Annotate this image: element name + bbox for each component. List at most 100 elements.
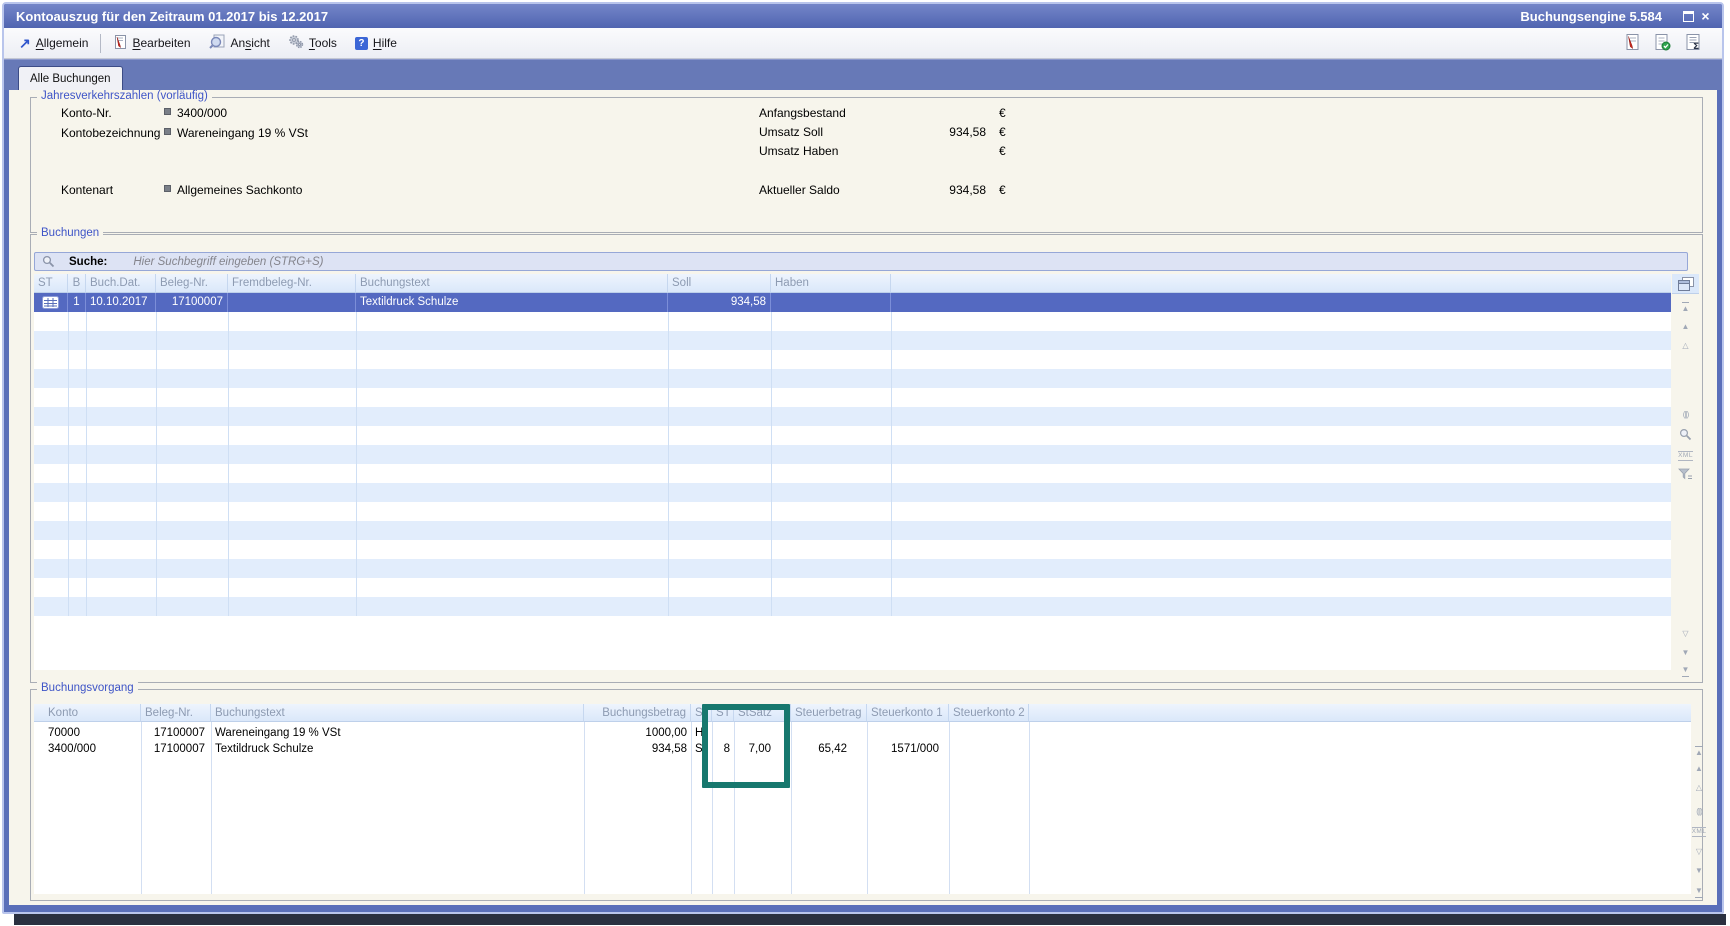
column-header-konto[interactable]: Konto <box>34 704 141 722</box>
table-row[interactable] <box>34 407 1671 426</box>
cell-haben <box>771 293 891 312</box>
group-title: Buchungsvorgang <box>37 682 138 694</box>
menu-ansicht[interactable]: Ansicht <box>200 31 279 55</box>
currency-label: € <box>999 144 1006 158</box>
column-header-belegnr[interactable]: Beleg-Nr. <box>156 274 228 293</box>
currency-label: € <box>999 125 1006 139</box>
column-header-steuerkonto2[interactable]: Steuerkonto 2 <box>949 704 1029 722</box>
table-row[interactable] <box>34 464 1671 483</box>
window-shadow <box>14 914 1726 925</box>
xml-icon[interactable]: XML <box>1672 450 1699 462</box>
buchungen-table: ST B Buch.Dat. Beleg-Nr. Fremdbeleg-Nr. … <box>34 274 1671 312</box>
table-row[interactable]: 3400/000 17100007 Textildruck Schulze 93… <box>34 740 1691 758</box>
column-header-st[interactable]: ST <box>712 704 734 722</box>
restore-icon[interactable] <box>1680 9 1697 24</box>
scroll-bottom-icon[interactable]: ▼ <box>1672 665 1699 677</box>
group-title: Buchungen <box>37 227 103 239</box>
close-icon[interactable]: × <box>1697 9 1714 24</box>
column-header-buchdat[interactable]: Buch.Dat. <box>86 274 156 293</box>
table-row[interactable] <box>34 483 1671 502</box>
table-row[interactable] <box>34 388 1671 407</box>
page-up-icon[interactable]: △ <box>1672 341 1699 353</box>
zoom-icon[interactable] <box>1672 428 1699 440</box>
cell-buchungstext: Textildruck Schulze <box>356 293 668 312</box>
bullet-icon <box>164 128 171 135</box>
filter-icon[interactable] <box>1672 468 1699 480</box>
page-down-icon[interactable]: ▽ <box>1691 847 1707 859</box>
row-marker-icon <box>34 293 68 312</box>
cell-belegnr: 17100007 <box>156 293 228 312</box>
cell-s: H <box>691 726 712 740</box>
menu-label: Bearbeiten <box>132 36 190 50</box>
tab-alle-buchungen[interactable]: Alle Buchungen <box>18 66 123 90</box>
menu-label: Allgemein <box>36 36 89 50</box>
column-header-buchungsbetrag[interactable]: Buchungsbetrag <box>584 704 691 722</box>
summary-document-icon[interactable]: Σ <box>1685 33 1702 54</box>
field-value: Wareneingang 19 % VSt <box>177 126 308 140</box>
page-up-icon[interactable]: △ <box>1691 783 1707 795</box>
edit-document-icon[interactable] <box>1624 33 1640 54</box>
column-header-fremdbelegnr[interactable]: Fremdbeleg-Nr. <box>228 274 356 293</box>
cell-s: S <box>691 740 712 758</box>
menu-bearbeiten[interactable]: Bearbeiten <box>104 31 199 55</box>
toolbar-right: Σ <box>1624 33 1702 54</box>
scroll-top-icon[interactable]: ▲ <box>1691 746 1707 758</box>
column-header-soll[interactable]: Soll <box>668 274 771 293</box>
search-label: Suche: <box>69 256 107 268</box>
column-header-steuerkonto1[interactable]: Steuerkonto 1 <box>867 704 949 722</box>
menu-hilfe[interactable]: ? Hilfe <box>346 31 406 55</box>
scroll-bottom-icon[interactable]: ▼ <box>1691 886 1707 898</box>
scroll-down-icon[interactable]: ▼ <box>1672 648 1699 660</box>
scroll-down-icon[interactable]: ▼ <box>1691 866 1707 878</box>
page-down-icon[interactable]: ▽ <box>1672 629 1699 641</box>
table-row[interactable] <box>34 597 1671 616</box>
column-header-s[interactable]: S <box>691 704 712 722</box>
table-row[interactable] <box>34 426 1671 445</box>
scroll-up-icon[interactable]: ▲ <box>1672 322 1699 334</box>
field-label: Kontobezeichnung <box>61 126 160 140</box>
column-chooser-icon[interactable] <box>1672 274 1699 294</box>
magnifier-page-icon <box>209 34 226 52</box>
scroll-top-icon[interactable]: ▲ <box>1672 302 1699 314</box>
column-header-haben[interactable]: Haben <box>771 274 891 293</box>
validate-document-icon[interactable] <box>1654 33 1671 54</box>
table-row[interactable] <box>34 445 1671 464</box>
column-header-steuerbetrag[interactable]: Steuerbetrag <box>791 704 867 722</box>
table-row[interactable] <box>34 559 1671 578</box>
column-header-buchungstext[interactable]: Buchungstext <box>356 274 668 293</box>
table-row[interactable] <box>34 312 1671 331</box>
table-row[interactable] <box>34 502 1671 521</box>
cell-konto: 3400/000 <box>34 740 141 758</box>
jahresverkehrszahlen-group: Jahresverkehrszahlen (vorläufig) Konto-N… <box>30 97 1703 233</box>
menu-allgemein[interactable]: ↗ Allgemein <box>10 31 97 55</box>
table-row-selected[interactable]: 1 10.10.2017 17100007 Textildruck Schulz… <box>34 293 1671 312</box>
column-header-belegnr[interactable]: Beleg-Nr. <box>141 704 211 722</box>
menu-tools[interactable]: Tools <box>279 31 346 55</box>
edit-document-icon <box>113 34 127 53</box>
menu-separator <box>100 34 101 53</box>
table-row[interactable] <box>34 350 1671 369</box>
table-row[interactable] <box>34 540 1671 559</box>
table-row[interactable] <box>34 578 1671 597</box>
cell-buchungstext: Textildruck Schulze <box>211 740 584 758</box>
menu-label: Hilfe <box>373 36 397 50</box>
columns-icon[interactable]: (||) <box>1672 410 1699 422</box>
column-header-stsatz[interactable]: StSatz <box>734 704 791 722</box>
column-header-buchungstext[interactable]: Buchungstext <box>211 704 584 722</box>
scroll-up-icon[interactable]: ▲ <box>1691 764 1707 776</box>
column-header-st[interactable]: ST <box>34 274 68 293</box>
xml-icon[interactable]: XML <box>1691 826 1707 838</box>
cell-belegnr: 17100007 <box>141 726 211 740</box>
table-row[interactable]: 70000 17100007 Wareneingang 19 % VSt 100… <box>34 722 1691 740</box>
table-row[interactable] <box>34 331 1671 350</box>
column-header-b[interactable]: B <box>68 274 86 293</box>
table-row[interactable] <box>34 369 1671 388</box>
gears-icon <box>288 34 304 52</box>
columns-icon[interactable]: (||) <box>1691 807 1707 819</box>
table-row[interactable] <box>34 521 1671 540</box>
search-input[interactable]: Suche: Hier Suchbegriff eingeben (STRG+S… <box>34 252 1688 271</box>
cell-steuerkonto2 <box>949 740 1029 758</box>
column-header-filler <box>1029 704 1691 722</box>
column-header-filler <box>891 274 1671 293</box>
cell-fremdbelegnr <box>228 293 356 312</box>
